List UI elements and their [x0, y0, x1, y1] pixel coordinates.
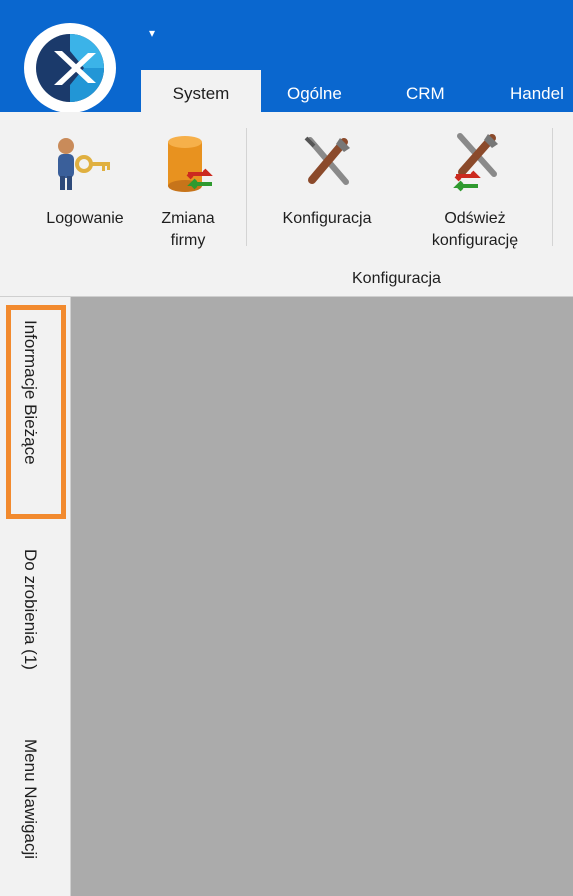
odswiez-label-line1: Odśwież	[444, 210, 506, 227]
odswiez-konfiguracje-button[interactable]: Odśwież konfigurację	[410, 122, 540, 262]
logowanie-button[interactable]: Logowanie	[30, 122, 140, 262]
main-workspace	[71, 297, 573, 896]
ribbon-separator	[246, 128, 247, 246]
tools-icon	[304, 136, 350, 185]
ribbon-panel: Logowanie Zmiana firmy Konfiguracja Odśw…	[0, 112, 573, 297]
app-logo[interactable]	[24, 23, 116, 113]
side-tab-informacje-biezace[interactable]: Informacje Bieżące	[6, 305, 66, 519]
tools-refresh-icon	[453, 133, 498, 192]
side-tab-menu-nawigacji[interactable]: Menu Nawigacji	[8, 731, 64, 896]
zmiana-firmy-button[interactable]: Zmiana firmy	[148, 122, 228, 262]
side-panel: Informacje Bieżące Do zrobienia (1) Menu…	[0, 297, 71, 896]
side-tab-label: Do zrobienia (1)	[21, 549, 40, 670]
tab-system[interactable]: System	[141, 70, 261, 112]
konfiguracja-button[interactable]: Konfiguracja	[262, 122, 392, 262]
side-tab-label: Informacje Bieżące	[21, 320, 40, 465]
zmiana-firmy-label-line2: firmy	[170, 232, 206, 249]
user-key-icon	[58, 138, 110, 190]
ribbon-group-label: Konfiguracja	[352, 270, 441, 287]
logowanie-label: Logowanie	[46, 210, 124, 227]
konfiguracja-label: Konfiguracja	[282, 210, 372, 227]
database-switch-icon	[168, 136, 213, 192]
ribbon-separator	[552, 128, 553, 246]
title-bar: ▾ System Ogólne CRM Handel	[0, 0, 573, 113]
side-tab-do-zrobienia[interactable]: Do zrobienia (1)	[8, 541, 64, 721]
tab-crm[interactable]: CRM	[406, 70, 445, 112]
side-tab-label: Menu Nawigacji	[21, 739, 40, 859]
quick-access-dropdown-icon[interactable]: ▾	[146, 26, 158, 40]
tab-ogolne[interactable]: Ogólne	[287, 70, 342, 112]
tab-handel[interactable]: Handel	[510, 70, 564, 112]
odswiez-label-line2: konfigurację	[431, 232, 519, 249]
app-logo-icon	[27, 25, 113, 111]
zmiana-firmy-label-line1: Zmiana	[161, 210, 215, 227]
